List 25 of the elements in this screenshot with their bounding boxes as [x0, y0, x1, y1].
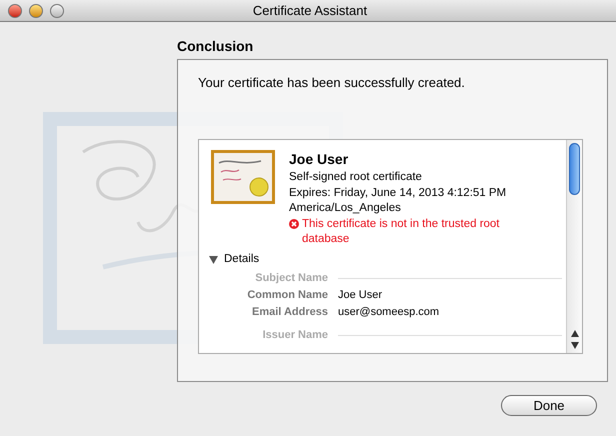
field-label: Common Name — [246, 288, 328, 304]
window-title: Certificate Assistant — [252, 2, 368, 20]
section-title: Conclusion — [177, 37, 254, 55]
field-value: Joe User — [338, 288, 382, 304]
certificate-name: Joe User — [289, 150, 350, 168]
field-value: user@someesp.com — [338, 305, 440, 320]
success-message: Your certificate has been successfully created. — [198, 75, 466, 91]
zoom-button[interactable] — [50, 4, 64, 18]
trust-warning: This certificate is not in the trusted root database — [302, 217, 501, 247]
disclosure-triangle-icon[interactable] — [209, 256, 218, 264]
section-heading: Subject Name — [254, 271, 328, 286]
field-label: Email Address — [250, 305, 328, 320]
section-heading: Issuer Name — [262, 328, 328, 344]
expiration-date: Expires: Friday, June 14, 2013 4:12:51 PM America/Los_Angeles — [289, 186, 508, 216]
scrollbar[interactable] — [566, 140, 582, 353]
close-button[interactable] — [8, 4, 22, 18]
done-button[interactable]: Done — [501, 395, 597, 416]
scroll-up-arrow-icon[interactable] — [570, 330, 578, 337]
certificate-type: Self-signed root certificate — [289, 170, 423, 185]
scroll-down-arrow-icon[interactable] — [570, 342, 578, 349]
error-icon — [289, 219, 299, 229]
details-label: Details — [224, 252, 260, 267]
minimize-button[interactable] — [29, 4, 43, 18]
scroll-thumb[interactable] — [569, 143, 580, 195]
certificate-icon — [211, 150, 275, 204]
